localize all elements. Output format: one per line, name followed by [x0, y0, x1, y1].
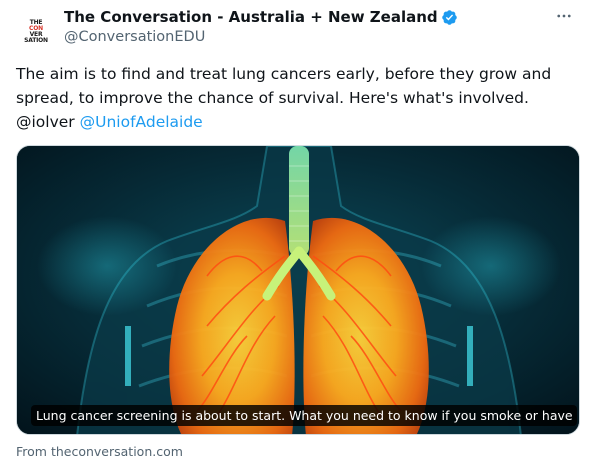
- avatar[interactable]: THE CON VER SATION: [16, 12, 56, 52]
- link-source[interactable]: From theconversation.com: [16, 444, 183, 459]
- link-card-image[interactable]: Lung cancer screening is about to start.…: [16, 145, 580, 435]
- user-handle[interactable]: @ConversationEDU: [64, 29, 540, 45]
- tweet-container: THE CON VER SATION The Conversation - Au…: [0, 0, 590, 464]
- avatar-logo-line-4: SATION: [24, 37, 48, 44]
- name-row: The Conversation - Australia + New Zeala…: [64, 6, 540, 28]
- more-options-icon[interactable]: [554, 6, 574, 26]
- tweet-text: The aim is to find and treat lung cancer…: [16, 62, 586, 134]
- link-card-title[interactable]: Lung cancer screening is about to start.…: [31, 405, 577, 426]
- verified-badge-icon: [441, 9, 458, 26]
- tweet-header: The Conversation - Australia + New Zeala…: [64, 6, 540, 45]
- lung-illustration: [17, 146, 579, 434]
- mention-link[interactable]: @UniofAdelaide: [80, 113, 203, 131]
- display-name[interactable]: The Conversation - Australia + New Zeala…: [64, 8, 438, 26]
